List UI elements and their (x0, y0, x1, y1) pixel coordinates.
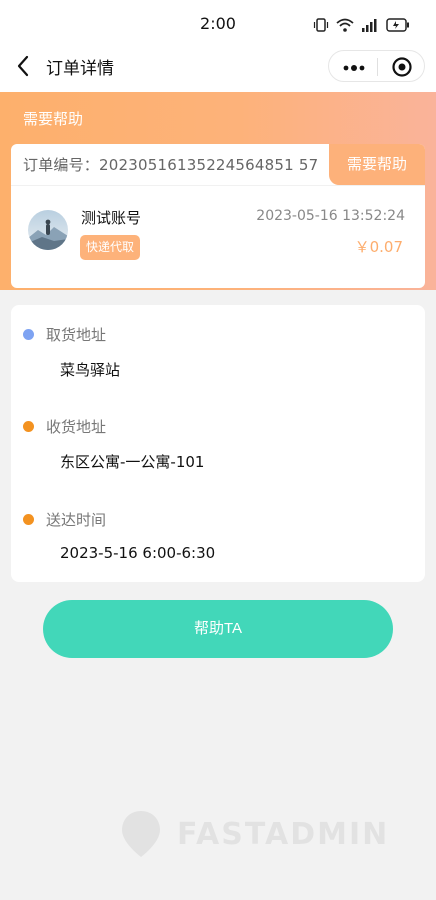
delivery-address-label: 收货地址 (46, 418, 107, 436)
page-title: 订单详情 (46, 59, 114, 79)
detail-card: 取货地址 菜鸟驿站 收货地址 东区公寓-一公寓-101 送达时间 2023-5-… (11, 305, 425, 582)
watermark-text: FASTADMIN (177, 816, 390, 852)
wifi-icon (336, 18, 354, 32)
order-number: 订单编号：20230516135224564851 57 (23, 154, 318, 175)
signal-icon (362, 18, 377, 32)
watermark-logo-icon (122, 811, 160, 857)
help-status-tag: 需要帮助 (329, 144, 425, 185)
chevron-left-icon (17, 55, 29, 77)
delivery-address-value: 东区公寓-一公寓-101 (60, 453, 205, 471)
pickup-address-value: 菜鸟驿站 (60, 361, 121, 379)
watermark: FASTADMIN (119, 809, 389, 859)
capsule-divider (377, 58, 378, 76)
card-divider (11, 185, 425, 186)
order-price: ￥0.07 (354, 238, 403, 256)
pickup-bullet-icon (23, 329, 34, 340)
help-button[interactable]: 帮助TA (43, 600, 393, 658)
order-card: 订单编号：20230516135224564851 57 需要帮助 测试账号 快… (11, 144, 425, 288)
target-icon (392, 57, 412, 77)
battery-icon (386, 18, 409, 32)
order-timestamp: 2023-05-16 13:52:24 (256, 208, 405, 224)
order-number-value: 20230516135224564851 57 (99, 156, 319, 174)
delivery-time-value: 2023-5-16 6:00-6:30 (60, 544, 216, 562)
header-title: 需要帮助 (23, 110, 84, 128)
order-header: 需要帮助 订单编号：20230516135224564851 57 需要帮助 测… (0, 92, 436, 290)
delivery-bullet-icon (23, 421, 34, 432)
delivery-time-label: 送达时间 (46, 511, 107, 529)
service-type-badge: 快递代取 (80, 235, 141, 260)
avatar-image (28, 210, 68, 250)
status-icons (313, 17, 410, 33)
username: 测试账号 (81, 209, 142, 227)
nav-bar: 订单详情 (0, 40, 436, 92)
back-button[interactable] (12, 52, 36, 80)
pickup-address-label: 取货地址 (46, 326, 107, 344)
order-number-label: 订单编号： (23, 156, 100, 174)
more-button[interactable] (343, 60, 365, 79)
miniprogram-capsule (328, 50, 425, 82)
more-dots-icon (343, 65, 365, 71)
vibrate-icon (313, 18, 329, 32)
time-bullet-icon (23, 514, 34, 525)
avatar (28, 210, 68, 250)
close-miniprogram-button[interactable] (391, 56, 413, 82)
